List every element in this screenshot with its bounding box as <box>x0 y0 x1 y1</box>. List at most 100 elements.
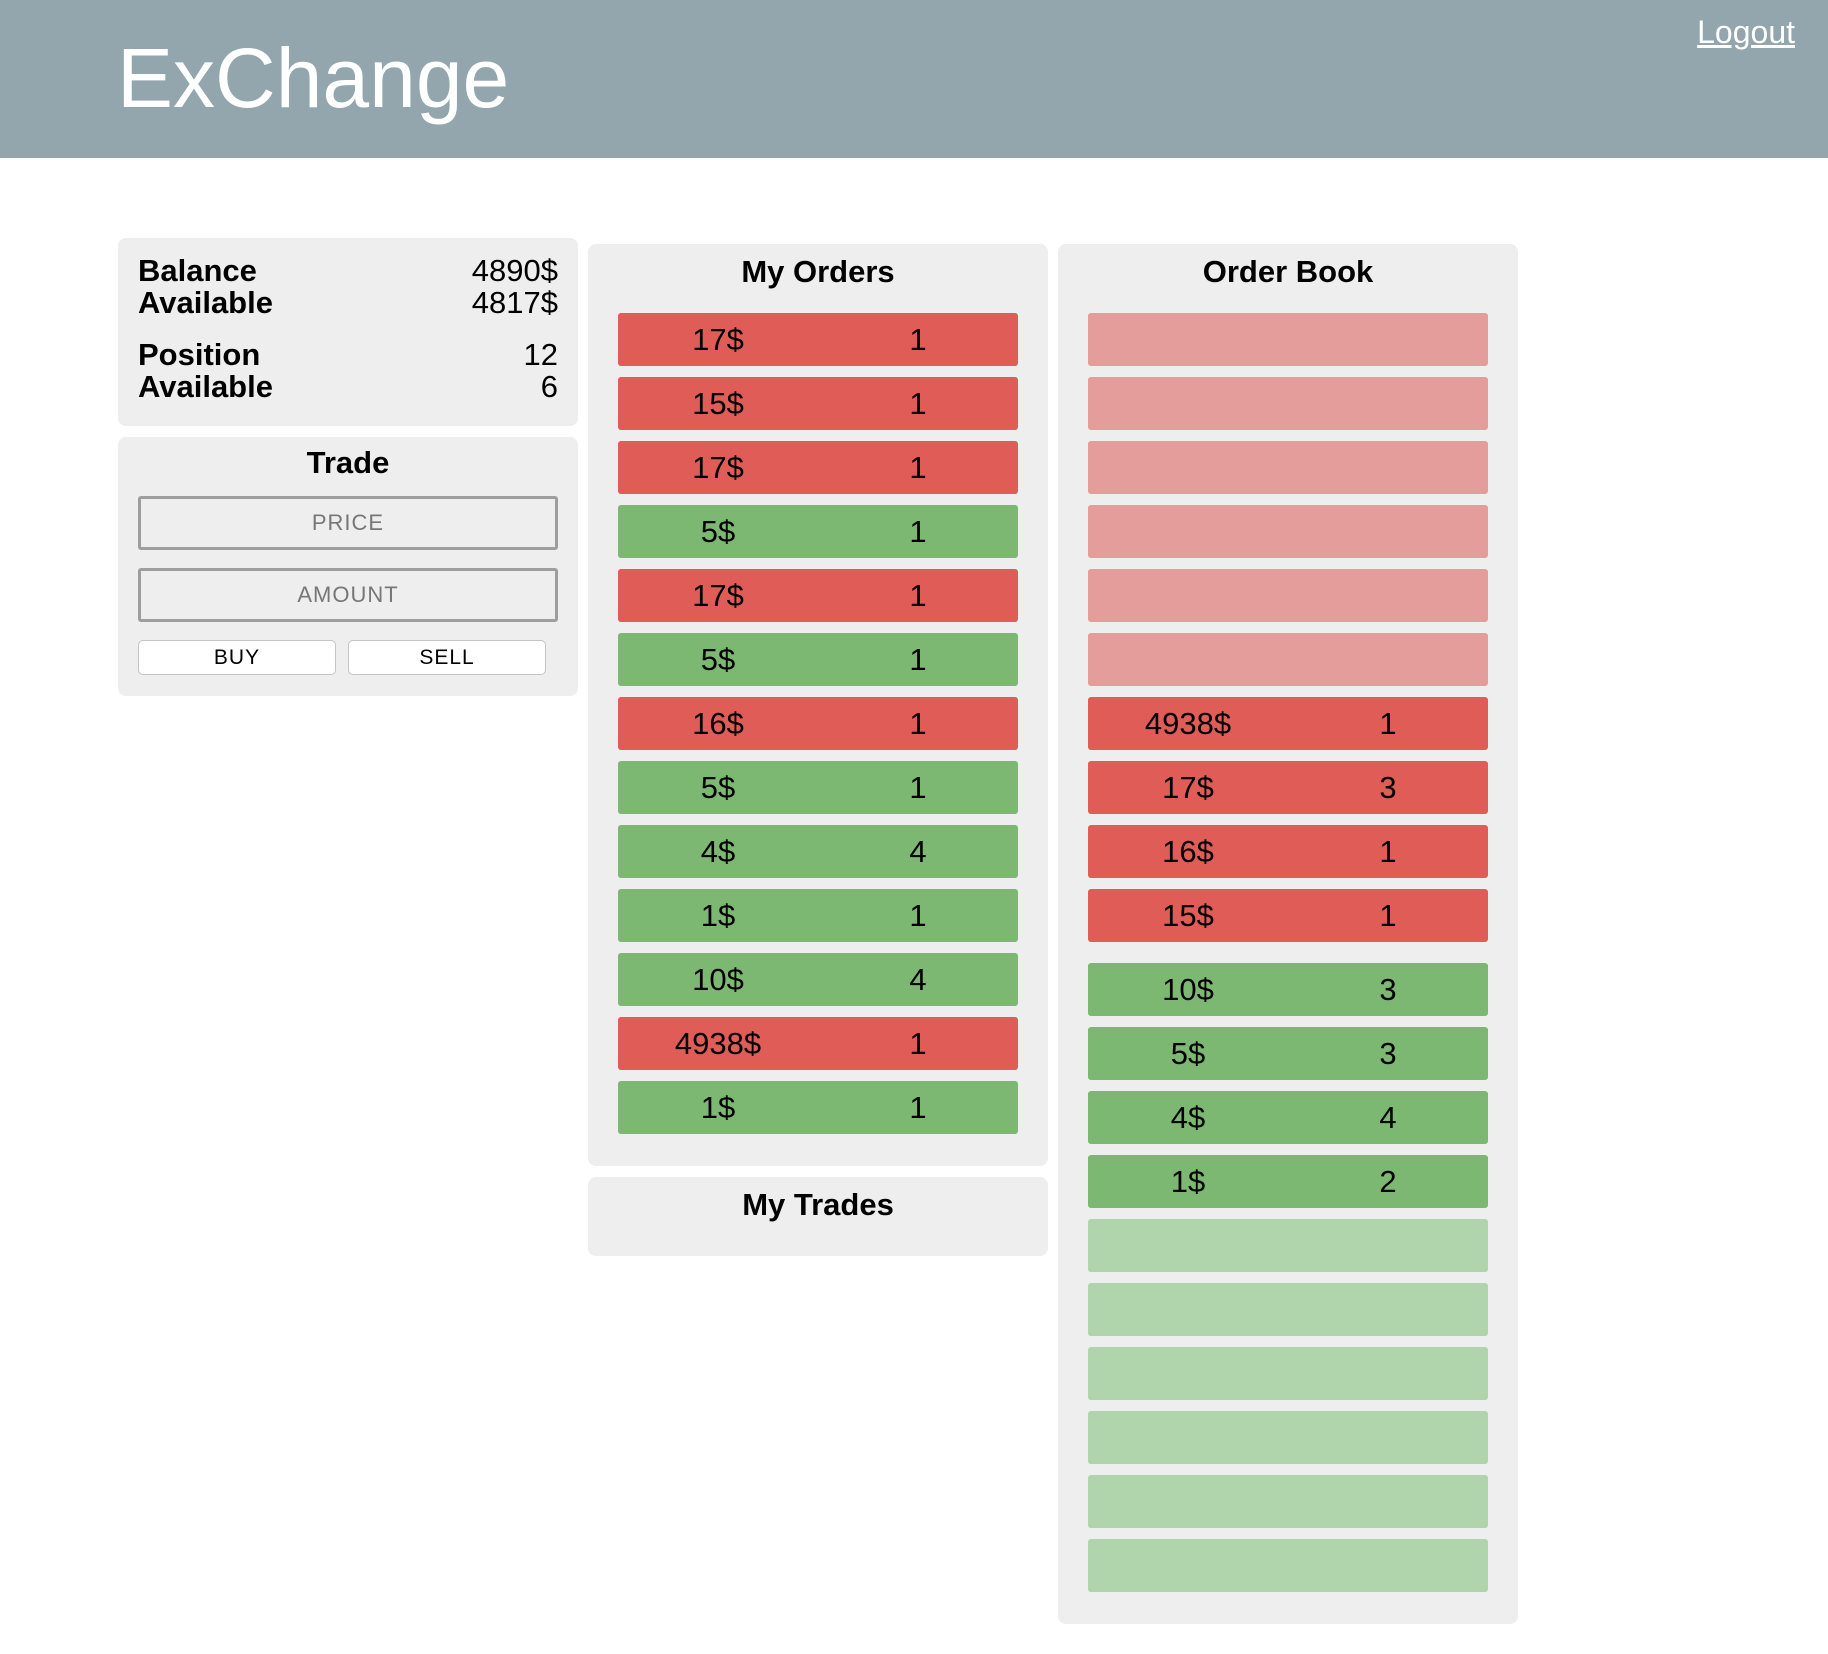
empty-ask-slot[interactable] <box>1088 633 1488 686</box>
buy-order-row[interactable]: 10$ 4 <box>618 953 1018 1006</box>
order-price: 4938$ <box>674 1026 762 1061</box>
order-amount: 1 <box>909 450 927 485</box>
order-price: 4$ <box>1170 1100 1206 1135</box>
price-input[interactable] <box>138 496 558 550</box>
sell-order-row[interactable]: 16$ 1 <box>618 697 1018 750</box>
order-amount: 3 <box>1379 972 1397 1007</box>
sell-order-row[interactable]: 15$ 1 <box>618 377 1018 430</box>
order-price: 1$ <box>700 1090 736 1125</box>
trade-panel: Trade BUY SELL <box>118 437 578 696</box>
order-book-panel: Order Book 4938$ 1 17$ 3 16$ 1 15$ 1 10$ 3 5$ 3 4$ 4 1… <box>1058 244 1518 1624</box>
empty-ask-slot[interactable] <box>1088 441 1488 494</box>
position-value: 12 <box>523 337 558 372</box>
buy-order-row[interactable]: 1$ 1 <box>618 889 1018 942</box>
order-amount: 1 <box>909 1090 927 1125</box>
bid-row[interactable]: 1$ 2 <box>1088 1155 1488 1208</box>
order-price: 5$ <box>700 514 736 549</box>
balance-panel: Balance 4890$ Available 4817$ Position 1… <box>118 238 578 426</box>
order-amount: 1 <box>909 706 927 741</box>
balance-row: Balance 4890$ <box>138 254 558 288</box>
order-amount: 1 <box>909 642 927 677</box>
balance-label: Balance <box>138 253 257 288</box>
trade-heading: Trade <box>306 445 390 480</box>
order-price: 17$ <box>692 322 744 357</box>
bid-row[interactable]: 10$ 3 <box>1088 963 1488 1016</box>
my-orders-panel: My Orders 17$ 1 15$ 1 17$ 1 5$ 1 17$ 1 5$ 1 16$ 1 5$ 1 4… <box>588 244 1048 1166</box>
order-price: 4$ <box>700 834 736 869</box>
order-amount: 1 <box>909 1026 927 1061</box>
position-available-value: 6 <box>540 369 558 404</box>
order-price: 10$ <box>1162 972 1214 1007</box>
order-amount: 3 <box>1379 770 1397 805</box>
order-amount: 1 <box>909 578 927 613</box>
balance-available-value: 4817$ <box>471 285 558 320</box>
buy-order-row[interactable]: 4$ 4 <box>618 825 1018 878</box>
order-price: 1$ <box>1170 1164 1206 1199</box>
order-price: 17$ <box>1162 770 1214 805</box>
order-price: 16$ <box>692 706 744 741</box>
amount-input[interactable] <box>138 568 558 622</box>
sell-order-row[interactable]: 17$ 1 <box>618 313 1018 366</box>
my-orders-list: 17$ 1 15$ 1 17$ 1 5$ 1 17$ 1 5$ 1 16$ 1 5$ 1 4$ 4 1$ 1 10$ 4 4… <box>618 313 1018 1145</box>
empty-bid-slot[interactable] <box>1088 1539 1488 1592</box>
order-price: 16$ <box>1162 834 1214 869</box>
ask-row[interactable]: 17$ 3 <box>1088 761 1488 814</box>
spread-gap <box>1088 953 1488 963</box>
logout-link[interactable]: Logout <box>1697 14 1795 51</box>
balance-available-row: Available 4817$ <box>138 286 558 320</box>
order-amount: 1 <box>909 514 927 549</box>
order-price: 17$ <box>692 450 744 485</box>
empty-ask-slot[interactable] <box>1088 569 1488 622</box>
order-price: 5$ <box>700 642 736 677</box>
empty-ask-slot[interactable] <box>1088 313 1488 366</box>
bid-row[interactable]: 4$ 4 <box>1088 1091 1488 1144</box>
my-orders-heading: My Orders <box>741 254 895 289</box>
bid-row[interactable]: 5$ 3 <box>1088 1027 1488 1080</box>
empty-bid-slot[interactable] <box>1088 1475 1488 1528</box>
order-amount: 1 <box>909 770 927 805</box>
position-row: Position 12 <box>138 338 558 372</box>
buy-order-row[interactable]: 1$ 1 <box>618 1081 1018 1134</box>
sell-order-row[interactable]: 17$ 1 <box>618 441 1018 494</box>
order-amount: 1 <box>1379 706 1397 741</box>
order-book-heading: Order Book <box>1202 254 1374 289</box>
ask-row[interactable]: 4938$ 1 <box>1088 697 1488 750</box>
empty-bid-slot[interactable] <box>1088 1347 1488 1400</box>
empty-ask-slot[interactable] <box>1088 505 1488 558</box>
app-header: ExChange Logout <box>0 0 1828 158</box>
empty-bid-slot[interactable] <box>1088 1283 1488 1336</box>
order-amount: 4 <box>909 962 927 997</box>
order-price: 1$ <box>700 898 736 933</box>
buy-order-row[interactable]: 5$ 1 <box>618 633 1018 686</box>
order-price: 10$ <box>692 962 744 997</box>
order-amount: 4 <box>909 834 927 869</box>
app-title: ExChange <box>117 31 510 125</box>
position-label: Position <box>138 337 261 372</box>
order-price: 4938$ <box>1144 706 1232 741</box>
ask-row[interactable]: 16$ 1 <box>1088 825 1488 878</box>
sell-order-row[interactable]: 17$ 1 <box>618 569 1018 622</box>
position-available-label: Available <box>138 369 273 404</box>
order-amount: 1 <box>909 898 927 933</box>
empty-bid-slot[interactable] <box>1088 1219 1488 1272</box>
empty-bid-slot[interactable] <box>1088 1411 1488 1464</box>
empty-ask-slot[interactable] <box>1088 377 1488 430</box>
order-book-list: 4938$ 1 17$ 3 16$ 1 15$ 1 10$ 3 5$ 3 4$ 4 1$ 2 <box>1088 313 1488 1603</box>
balance-value: 4890$ <box>471 253 558 288</box>
order-amount: 3 <box>1379 1036 1397 1071</box>
buy-order-row[interactable]: 5$ 1 <box>618 761 1018 814</box>
sell-button[interactable]: SELL <box>348 640 546 675</box>
buy-order-row[interactable]: 5$ 1 <box>618 505 1018 558</box>
my-trades-heading: My Trades <box>742 1187 894 1222</box>
order-price: 5$ <box>700 770 736 805</box>
balance-available-label: Available <box>138 285 273 320</box>
ask-row[interactable]: 15$ 1 <box>1088 889 1488 942</box>
buy-button[interactable]: BUY <box>138 640 336 675</box>
order-amount: 1 <box>1379 898 1397 933</box>
order-price: 17$ <box>692 578 744 613</box>
sell-order-row[interactable]: 4938$ 1 <box>618 1017 1018 1070</box>
order-amount: 1 <box>909 386 927 421</box>
order-amount: 1 <box>1379 834 1397 869</box>
order-amount: 2 <box>1379 1164 1397 1199</box>
order-price: 5$ <box>1170 1036 1206 1071</box>
